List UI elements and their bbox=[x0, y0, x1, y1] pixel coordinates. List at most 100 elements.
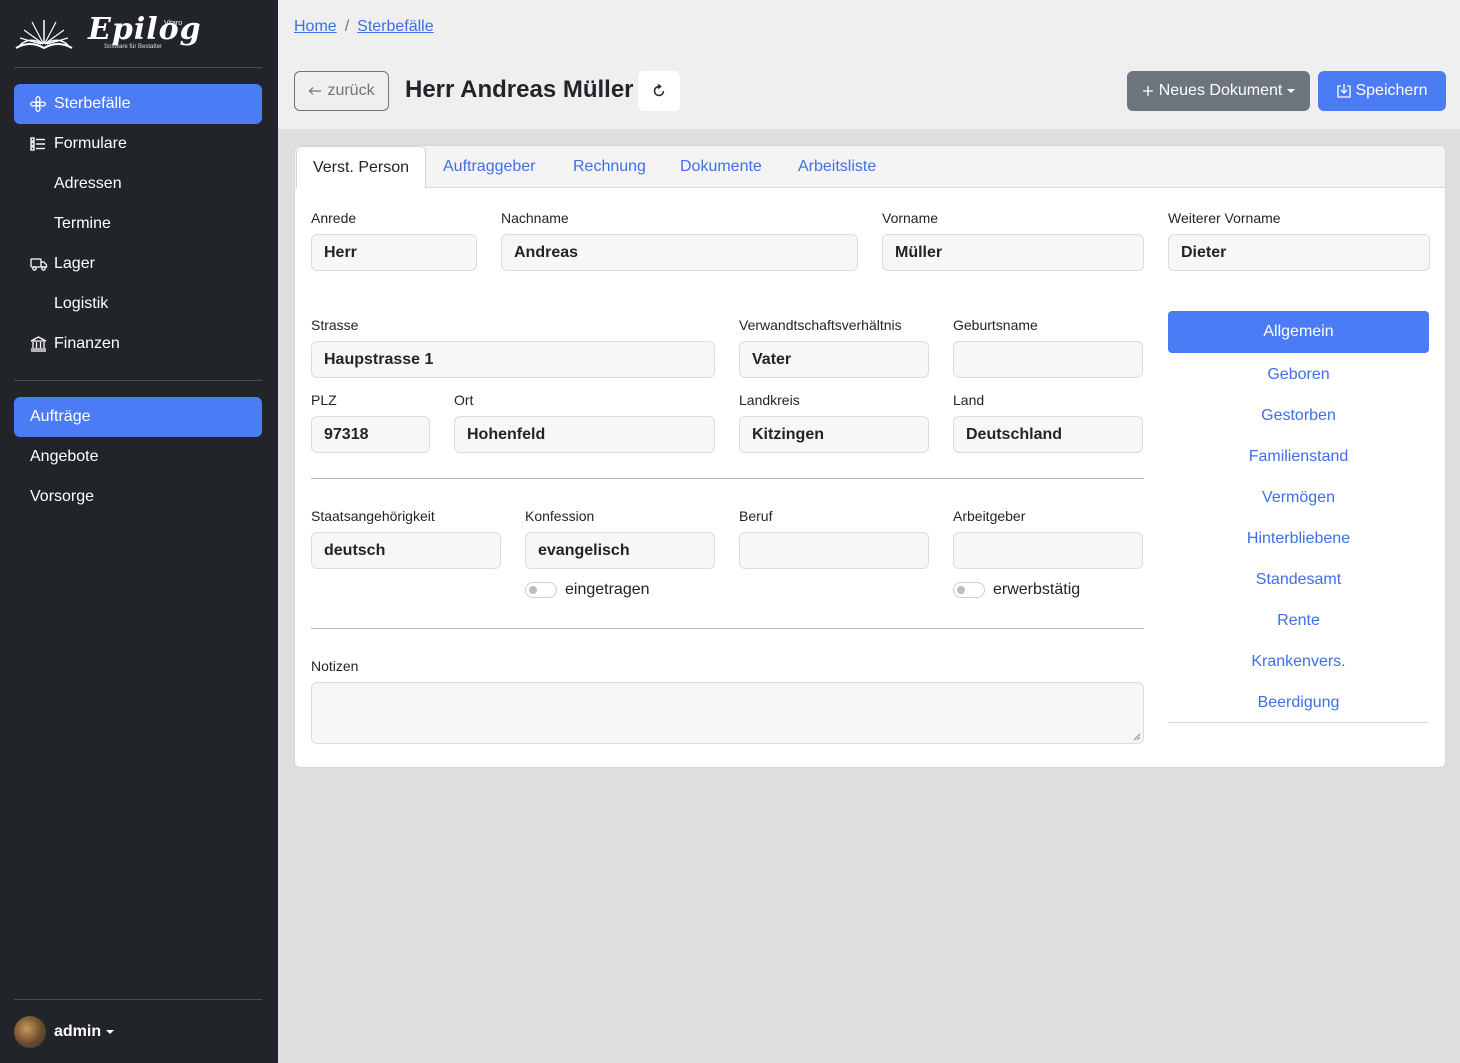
sidebar: Epilog Vitaro Software für Bestatter Ste… bbox=[0, 0, 278, 1063]
sidebar-item-termine[interactable]: Termine bbox=[14, 204, 262, 244]
user-menu[interactable]: admin bbox=[14, 1016, 115, 1048]
page-title: Herr Andreas Müller bbox=[405, 76, 634, 103]
section-divider bbox=[311, 628, 1144, 629]
subnav-familienstand[interactable]: Familienstand bbox=[1168, 436, 1429, 477]
person-card: Verst. Person Auftraggeber Rechnung Doku… bbox=[294, 145, 1446, 768]
verwandtschaft-label: Verwandtschaftsverhältnis bbox=[739, 317, 902, 333]
strasse-field[interactable]: Haupstrasse 1 bbox=[311, 341, 715, 378]
arbeitgeber-field[interactable] bbox=[953, 532, 1143, 569]
save-button[interactable]: Speichern bbox=[1318, 71, 1446, 111]
truck-icon bbox=[30, 257, 54, 271]
ort-field[interactable]: Hohenfeld bbox=[454, 416, 715, 453]
tab-auftraggeber[interactable]: Auftraggeber bbox=[443, 146, 536, 188]
tab-verst-person[interactable]: Verst. Person bbox=[296, 146, 426, 189]
nachname-field[interactable]: Andreas bbox=[501, 234, 858, 271]
vorname-label: Vorname bbox=[882, 210, 939, 226]
section-divider bbox=[311, 478, 1144, 479]
sidebar-item-sterbefaelle[interactable]: Sterbefälle bbox=[14, 84, 262, 124]
save-label: Speichern bbox=[1355, 82, 1428, 99]
sidebar-item-finanzen[interactable]: Finanzen bbox=[14, 324, 262, 364]
anrede-label: Anrede bbox=[311, 210, 357, 226]
subnav-standesamt[interactable]: Standesamt bbox=[1168, 559, 1429, 600]
sidebar-item-label: Logistik bbox=[54, 295, 109, 312]
sidebar-item-label: Sterbefälle bbox=[54, 95, 131, 112]
avatar bbox=[14, 1016, 46, 1048]
landkreis-field[interactable]: Kitzingen bbox=[739, 416, 929, 453]
breadcrumb: Home / Sterbefälle bbox=[294, 18, 434, 36]
subnav-krankenvers[interactable]: Krankenvers. bbox=[1168, 641, 1429, 682]
sidebar-divider bbox=[14, 999, 262, 1000]
caret-down-icon bbox=[1287, 89, 1296, 93]
tab-rechnung[interactable]: Rechnung bbox=[573, 146, 646, 188]
subnav-geboren[interactable]: Geboren bbox=[1168, 354, 1429, 395]
subnav-beerdigung[interactable]: Beerdigung bbox=[1168, 682, 1429, 723]
tab-dokumente[interactable]: Dokumente bbox=[680, 146, 762, 188]
new-document-button[interactable]: Neues Dokument bbox=[1127, 71, 1310, 111]
sidebar-item-logistik[interactable]: Logistik bbox=[14, 284, 262, 324]
sidebar-item-label: Termine bbox=[54, 215, 111, 232]
back-button[interactable]: zurück bbox=[294, 71, 389, 111]
sidebar-item-lager[interactable]: Lager bbox=[14, 244, 262, 284]
brand-name: Epilog bbox=[88, 12, 202, 47]
subnav-hinterbliebene[interactable]: Hinterbliebene bbox=[1168, 518, 1429, 559]
sidebar-item-vorsorge[interactable]: Vorsorge bbox=[14, 477, 262, 517]
plus-icon bbox=[1142, 85, 1154, 97]
sidebar-item-label: Finanzen bbox=[54, 335, 120, 352]
new-document-label: Neues Dokument bbox=[1158, 82, 1283, 99]
epilog-logo[interactable]: Epilog Vitaro Software für Bestatter bbox=[14, 12, 204, 54]
page-header: Home / Sterbefälle zurück Herr Andreas M… bbox=[278, 0, 1460, 129]
back-button-label: zurück bbox=[327, 82, 375, 99]
erwerbstaetig-toggle[interactable] bbox=[953, 582, 985, 598]
arrow-left-icon bbox=[308, 86, 322, 96]
nachname-label: Nachname bbox=[501, 210, 569, 226]
eingetragen-toggle[interactable] bbox=[525, 582, 557, 598]
sidebar-item-label: Aufträge bbox=[30, 408, 91, 425]
tab-arbeitsliste[interactable]: Arbeitsliste bbox=[798, 146, 876, 188]
staatsangehoerigkeit-field[interactable]: deutsch bbox=[311, 532, 501, 569]
main-content: Home / Sterbefälle zurück Herr Andreas M… bbox=[278, 0, 1460, 1063]
sidebar-item-adressen[interactable]: Adressen bbox=[14, 164, 262, 204]
caret-down-icon bbox=[106, 1030, 115, 1034]
sidebar-item-angebote[interactable]: Angebote bbox=[14, 437, 262, 477]
subnav-rente[interactable]: Rente bbox=[1168, 600, 1429, 641]
subnav-divider bbox=[1168, 722, 1429, 723]
tab-bar: Verst. Person Auftraggeber Rechnung Doku… bbox=[295, 146, 1445, 189]
landkreis-label: Landkreis bbox=[739, 392, 800, 408]
flower-icon bbox=[30, 96, 54, 112]
breadcrumb-current-link[interactable]: Sterbefälle bbox=[357, 18, 434, 36]
bank-icon bbox=[30, 336, 54, 352]
brand-maker: Vitaro bbox=[164, 20, 183, 27]
sidebar-item-label: Vorsorge bbox=[30, 488, 95, 505]
konfession-field[interactable]: evangelisch bbox=[525, 532, 715, 569]
vorname-field[interactable]: Müller bbox=[882, 234, 1144, 271]
anrede-field[interactable]: Herr bbox=[311, 234, 477, 271]
subnav-gestorben[interactable]: Gestorben bbox=[1168, 395, 1429, 436]
breadcrumb-home-link[interactable]: Home bbox=[294, 18, 337, 36]
sidebar-item-formulare[interactable]: Formulare bbox=[14, 124, 262, 164]
notizen-textarea[interactable] bbox=[311, 682, 1144, 744]
open-book-icon bbox=[15, 20, 73, 50]
refresh-button[interactable] bbox=[638, 71, 680, 111]
verwandtschaft-field[interactable]: Vater bbox=[739, 341, 929, 378]
plz-label: PLZ bbox=[311, 392, 337, 408]
sidebar-item-label: Adressen bbox=[54, 175, 122, 192]
save-icon bbox=[1336, 83, 1352, 99]
sidebar-item-auftraege[interactable]: Aufträge bbox=[14, 397, 262, 437]
land-label: Land bbox=[953, 392, 985, 408]
weiterer-vorname-label: Weiterer Vorname bbox=[1168, 210, 1281, 226]
arbeitgeber-label: Arbeitgeber bbox=[953, 508, 1026, 524]
geburtsname-field[interactable] bbox=[953, 341, 1143, 378]
land-field[interactable]: Deutschland bbox=[953, 416, 1143, 453]
subnav-vermoegen[interactable]: Vermögen bbox=[1168, 477, 1429, 518]
user-name: admin bbox=[54, 1023, 102, 1040]
konfession-label: Konfession bbox=[525, 508, 595, 524]
resize-handle-icon[interactable] bbox=[1133, 733, 1141, 741]
weiterer-vorname-field[interactable]: Dieter bbox=[1168, 234, 1430, 271]
beruf-field[interactable] bbox=[739, 532, 929, 569]
plz-field[interactable]: 97318 bbox=[311, 416, 430, 453]
subnav-allgemein[interactable]: Allgemein bbox=[1168, 311, 1429, 353]
notizen-label: Notizen bbox=[311, 658, 359, 674]
sidebar-divider bbox=[14, 67, 262, 68]
strasse-label: Strasse bbox=[311, 317, 359, 333]
beruf-label: Beruf bbox=[739, 508, 773, 524]
